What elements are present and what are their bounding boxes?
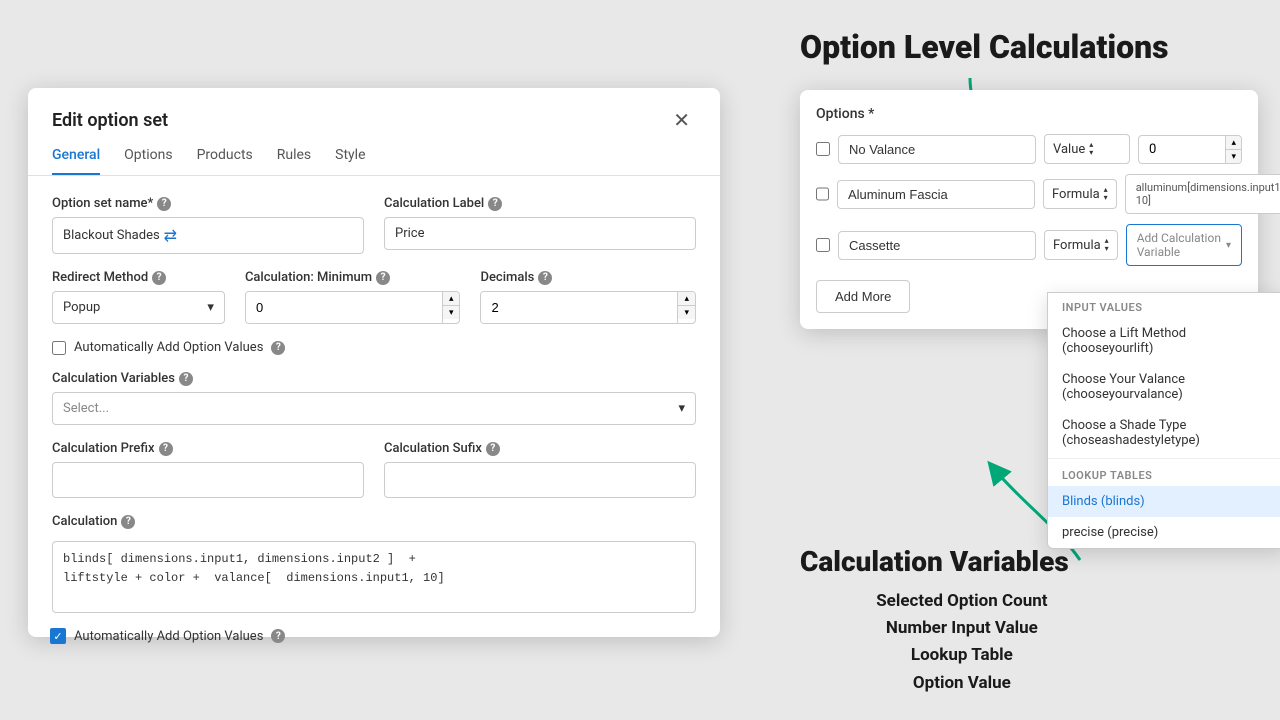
- option-1-type[interactable]: Value ▴▾: [1044, 134, 1130, 164]
- calc-min-input[interactable]: ▴ ▾: [245, 291, 461, 324]
- calc-min-help-icon[interactable]: ?: [376, 271, 390, 285]
- option-1-value-container: 0 ▴ ▾: [1138, 135, 1242, 164]
- calculation-label: Calculation ?: [52, 514, 696, 529]
- dropdown-item-precise[interactable]: precise (precise): [1048, 517, 1280, 548]
- calc-vars-select[interactable]: Select... ▾: [52, 392, 696, 425]
- bottom-auto-add-checkbox[interactable]: ✓: [50, 628, 66, 644]
- calc-min-label: Calculation: Minimum ?: [245, 270, 461, 285]
- calculation-label-label: Calculation Label ?: [384, 196, 696, 211]
- option-3-type[interactable]: Formula ▴▾: [1044, 230, 1118, 260]
- calc-vars-label: Calculation Variables ?: [52, 371, 696, 386]
- calc-prefix-label: Calculation Prefix ?: [52, 441, 364, 456]
- calculation-textarea[interactable]: blinds[ dimensions.input1, dimensions.in…: [52, 541, 696, 613]
- annotation-right-bottom-subitems: Selected Option Count Number Input Value…: [855, 588, 1069, 697]
- edit-option-set-dialog: Edit option set ✕ General Options Produc…: [28, 88, 720, 637]
- calc-vars-chevron-icon: ▾: [678, 401, 685, 416]
- auto-add-help-icon[interactable]: ?: [271, 341, 285, 355]
- option-2-checkbox[interactable]: [816, 187, 829, 201]
- add-more-button[interactable]: Add More: [816, 280, 910, 313]
- redirect-method-label: Redirect Method ?: [52, 270, 225, 285]
- calc-min-down[interactable]: ▾: [443, 306, 460, 319]
- sub-item-1: Selected Option Count: [855, 588, 1069, 615]
- calc-vars-help-icon[interactable]: ?: [179, 372, 193, 386]
- edit-icon: ⇄: [164, 226, 177, 245]
- calc-variable-dropdown-menu: INPUT VALUES Choose a Lift Method (choos…: [1047, 292, 1280, 549]
- decimals-down[interactable]: ▾: [678, 306, 695, 319]
- option-1-spin-up[interactable]: ▴: [1226, 136, 1241, 150]
- dialog-title: Edit option set: [52, 110, 168, 131]
- decimals-label: Decimals ?: [480, 270, 696, 285]
- option-3-calc-dropdown[interactable]: Add Calculation Variable ▾: [1126, 224, 1242, 266]
- lookup-tables-section-label: LOOKUP TABLES: [1048, 461, 1280, 486]
- calc-vars-placeholder: Select...: [63, 401, 109, 416]
- options-panel-label: Options *: [816, 106, 1242, 122]
- option-2-type-arrows: ▴▾: [1104, 186, 1108, 202]
- annotation-right-top-title: Option Level Calculations: [800, 28, 1169, 66]
- calc-suffix-input[interactable]: [384, 462, 696, 498]
- calculation-help-icon[interactable]: ?: [121, 515, 135, 529]
- decimals-up[interactable]: ▴: [678, 292, 695, 306]
- redirect-method-select[interactable]: Popup ▾: [52, 291, 225, 324]
- tab-general[interactable]: General: [52, 147, 100, 175]
- dropdown-item-shade-type[interactable]: Choose a Shade Type (choseashadestyletyp…: [1048, 410, 1280, 456]
- option-1-value[interactable]: 0: [1139, 136, 1225, 163]
- auto-add-row: Automatically Add Option Values ?: [52, 340, 696, 355]
- option-row-2: Formula ▴▾ alluminum[dimensions.input1, …: [816, 174, 1242, 214]
- close-button[interactable]: ✕: [667, 106, 696, 135]
- dropdown-item-blinds[interactable]: Blinds (blinds): [1048, 486, 1280, 517]
- option-2-calc-dropdown[interactable]: alluminum[dimensions.input1, 10] ▾: [1125, 174, 1280, 214]
- option-set-name-label: Option set name* ?: [52, 196, 364, 211]
- tab-options[interactable]: Options: [124, 147, 172, 175]
- option-1-spin-down[interactable]: ▾: [1226, 150, 1241, 163]
- option-row-1: Value ▴▾ 0 ▴ ▾: [816, 134, 1242, 164]
- redirect-chevron-icon: ▾: [207, 300, 214, 315]
- tab-style[interactable]: Style: [335, 147, 365, 175]
- calculation-label-input[interactable]: Price: [384, 217, 696, 250]
- input-values-section-label: INPUT VALUES: [1048, 293, 1280, 318]
- dropdown-item-lift-method[interactable]: Choose a Lift Method (chooseyourlift): [1048, 318, 1280, 364]
- bottom-auto-add-help-icon[interactable]: ?: [271, 629, 285, 643]
- decimals-help-icon[interactable]: ?: [538, 271, 552, 285]
- option-row-3: Formula ▴▾ Add Calculation Variable ▾: [816, 224, 1242, 266]
- calc-suffix-label: Calculation Sufix ?: [384, 441, 696, 456]
- auto-add-checkbox[interactable]: [52, 341, 66, 355]
- redirect-method-help-icon[interactable]: ?: [152, 271, 166, 285]
- sub-item-2: Number Input Value: [855, 615, 1069, 642]
- calc-suffix-help-icon[interactable]: ?: [486, 442, 500, 456]
- dialog-tabs: General Options Products Rules Style: [28, 135, 720, 176]
- option-3-type-arrows: ▴▾: [1105, 237, 1109, 253]
- tab-products[interactable]: Products: [197, 147, 253, 175]
- option-3-name[interactable]: [838, 231, 1036, 260]
- option-2-type[interactable]: Formula ▴▾: [1043, 179, 1117, 209]
- tab-rules[interactable]: Rules: [277, 147, 311, 175]
- decimals-value[interactable]: [481, 292, 677, 323]
- option-3-checkbox[interactable]: [816, 238, 830, 252]
- option-2-name[interactable]: [837, 180, 1035, 209]
- dropdown-item-valance[interactable]: Choose Your Valance (chooseyourvalance): [1048, 364, 1280, 410]
- calculation-label-help-icon[interactable]: ?: [488, 197, 502, 211]
- bottom-auto-add-row: ✓ Automatically Add Option Values ?: [50, 628, 285, 644]
- sub-item-4: Option Value: [855, 670, 1069, 697]
- calc-min-value[interactable]: [246, 292, 442, 323]
- option-set-name-help-icon[interactable]: ?: [157, 197, 171, 211]
- calc-prefix-input[interactable]: [52, 462, 364, 498]
- bottom-auto-add-label: Automatically Add Option Values: [74, 629, 263, 644]
- calc-prefix-help-icon[interactable]: ?: [159, 442, 173, 456]
- decimals-input[interactable]: ▴ ▾: [480, 291, 696, 324]
- option-1-type-arrows: ▴▾: [1089, 141, 1093, 157]
- annotation-right-bottom: Calculation Variables Selected Option Co…: [855, 545, 1069, 697]
- option-1-checkbox[interactable]: [816, 142, 830, 156]
- calc-min-up[interactable]: ▴: [443, 292, 460, 306]
- option-3-chevron-icon: ▾: [1226, 240, 1231, 251]
- auto-add-label: Automatically Add Option Values: [74, 340, 263, 355]
- sub-item-3: Lookup Table: [855, 642, 1069, 669]
- annotation-right-bottom-title: Calculation Variables: [800, 545, 1069, 578]
- option-set-name-input[interactable]: Blackout Shades ⇄: [52, 217, 364, 254]
- option-1-name[interactable]: [838, 135, 1036, 164]
